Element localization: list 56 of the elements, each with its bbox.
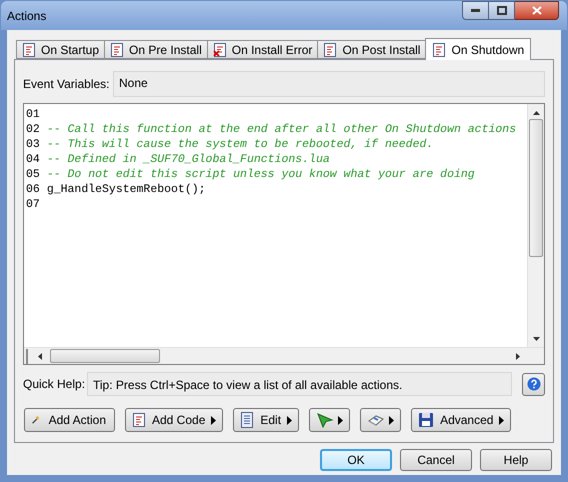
line-number: 02	[26, 122, 40, 137]
tab[interactable]: On Shutdown	[425, 38, 532, 60]
document-icon	[240, 412, 254, 428]
script-icon	[110, 42, 124, 56]
script-error-icon	[212, 42, 227, 56]
code-line: g_HandleSystemReboot();	[46, 182, 206, 197]
toolbar-button[interactable]: Edit	[233, 408, 300, 432]
script-icon	[432, 42, 446, 56]
vertical-scrollbar[interactable]	[527, 104, 544, 347]
tab[interactable]: On Install Error	[206, 40, 318, 59]
toolbar-button[interactable]: Add Code	[125, 408, 224, 432]
script-icon	[22, 42, 36, 56]
maximize-icon	[496, 6, 506, 15]
event-variables-field[interactable]: None	[113, 71, 545, 97]
line-number: 07	[26, 197, 40, 212]
dialog-button[interactable]: Help	[480, 449, 552, 471]
minimize-icon	[471, 9, 480, 12]
toolbar-button[interactable]: Add Action	[24, 408, 115, 432]
code-comment: -- Defined in _SUF70_Global_Functions.lua	[46, 152, 330, 167]
dialog-button[interactable]: OK	[320, 449, 392, 471]
minimize-button[interactable]	[462, 1, 489, 20]
line-number: 05	[26, 167, 40, 182]
eraser-icon	[367, 413, 386, 427]
field-label: Event Variables:	[23, 76, 107, 93]
cursor-icon	[316, 412, 334, 428]
scroll-right-icon	[516, 352, 520, 360]
tab[interactable]: On Startup	[16, 40, 106, 59]
line-number: 03	[26, 137, 40, 152]
scroll-down-icon	[532, 337, 540, 341]
script-icon	[132, 413, 146, 427]
icon-menu-button[interactable]	[309, 408, 350, 432]
script-icon	[323, 42, 338, 56]
scroll-thumb[interactable]	[50, 349, 160, 363]
code-editor[interactable]	[23, 103, 545, 365]
toolbar-button[interactable]: Advanced	[411, 408, 512, 432]
code-comment: -- This will cause the system to be rebooted, if needed.	[46, 137, 434, 152]
tab[interactable]: On Post Install	[317, 40, 426, 59]
help-button[interactable]	[522, 372, 545, 396]
line-number: 01	[26, 107, 40, 122]
window-title: Actions	[7, 8, 46, 24]
line-number: 06	[26, 182, 40, 197]
quick-help-field: Tip: Press Ctrl+Space to view a list of all available actions.	[87, 372, 512, 396]
help-icon	[526, 377, 540, 391]
dialog-button[interactable]: Cancel	[400, 449, 472, 471]
scroll-left-icon	[38, 352, 42, 360]
code-comment: -- Call this function at the end after all other On Shutdown actions	[46, 122, 516, 137]
code-comment: -- Do not edit this script unless you know what your are doing	[46, 167, 475, 182]
scroll-up-icon	[532, 111, 540, 115]
line-number: 04	[26, 152, 40, 167]
icon-menu-button[interactable]	[360, 408, 402, 432]
maximize-button[interactable]	[489, 1, 515, 20]
horizontal-scrollbar[interactable]	[24, 347, 544, 364]
close-button[interactable]	[515, 1, 559, 20]
tab[interactable]: On Pre Install	[104, 40, 208, 59]
scroll-thumb[interactable]	[529, 119, 543, 257]
close-icon	[532, 6, 542, 15]
